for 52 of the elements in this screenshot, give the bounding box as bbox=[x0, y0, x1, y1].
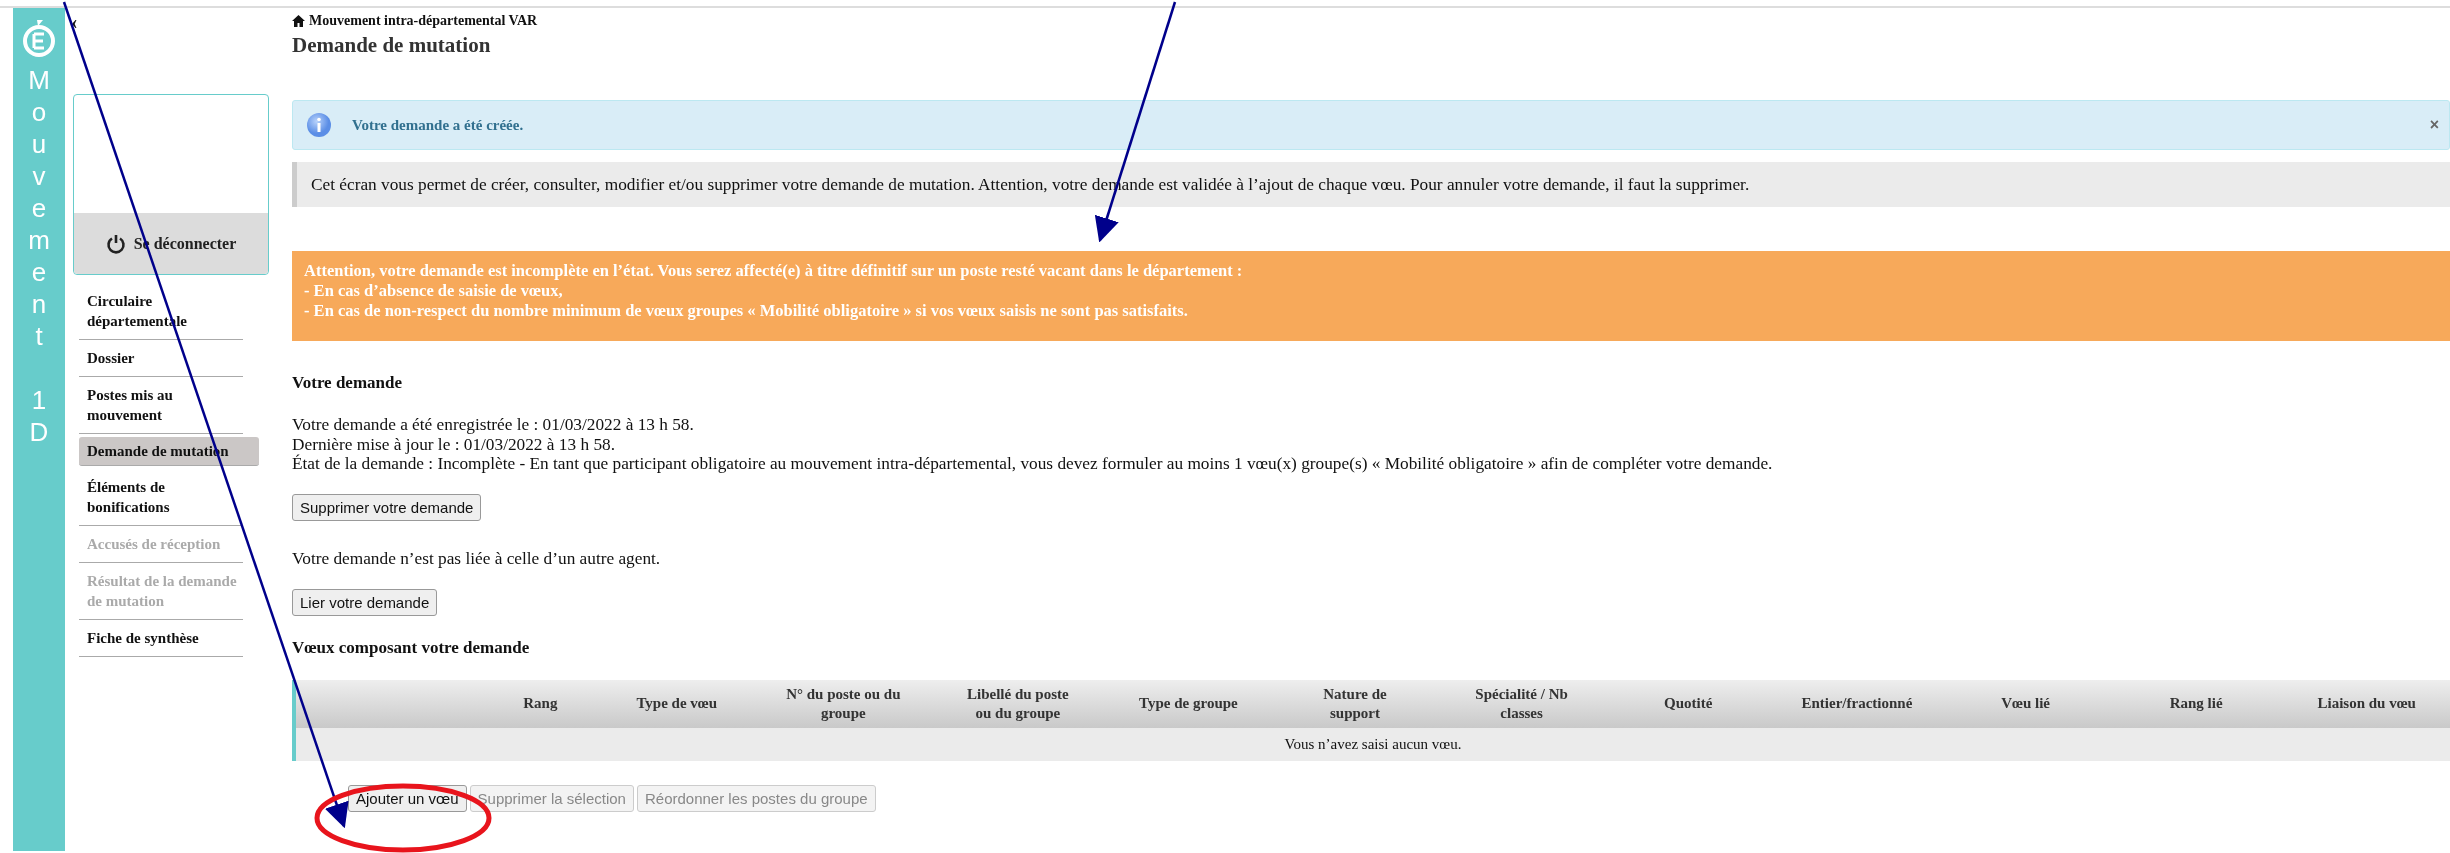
section-heading: Votre demande bbox=[292, 373, 403, 393]
app-name-letter: e bbox=[31, 192, 47, 224]
column-header: N° du poste ou du groupe bbox=[785, 684, 902, 723]
power-icon bbox=[105, 233, 126, 254]
column-header: Libellé du poste ou du groupe bbox=[966, 684, 1070, 723]
app-name-letter: m bbox=[28, 224, 50, 256]
column-header: Rang lié bbox=[2168, 694, 2224, 713]
warning-text: - En cas d’absence de saisie de vœux, bbox=[304, 281, 564, 301]
app-name-letter: t bbox=[35, 320, 43, 352]
status-text: Votre demande a été enregistrée le : 01/03/2022 à 13 h 58. bbox=[292, 415, 695, 435]
link-status-text: Votre demande n’est pas liée à celle d’un autre agent. bbox=[292, 548, 662, 569]
status-text: Dernière mise à jour le : 01/03/2022 à 13 h 58. bbox=[292, 434, 616, 454]
collapse-toggle[interactable]: ‹ bbox=[71, 14, 81, 30]
logo-icon bbox=[22, 18, 56, 58]
alert-message: Votre demande a été créée. bbox=[352, 116, 525, 134]
empty-row: Vous n’avez saisi aucun vœu. bbox=[296, 727, 2450, 761]
app-name-letter: v bbox=[32, 160, 46, 192]
breadcrumb[interactable]: Mouvement intra-départemental VAR bbox=[309, 13, 538, 29]
app-name-letter: n bbox=[31, 288, 47, 320]
warning-text: Attention, votre demande est incomplète en l’état. Vous serez affecté(e) à titre définitif sur un poste resté vacant dans le département : bbox=[304, 261, 1244, 281]
link-request-button[interactable]: Lier votre demande bbox=[292, 588, 438, 616]
sidebar-item: Accusés de réception bbox=[79, 526, 243, 563]
sidebar-item: Résultat de la demande de mutation bbox=[79, 563, 243, 620]
column-header: Vœu lié bbox=[2000, 694, 2051, 713]
status-text: État de la demande : Incomplète - En tant que participant obligatoire au mouvement intra-départemental, vous devez formuler au moins 1 vœu(x) groupe(s) « Mobilité obligatoire » afin de compléter votre demande. bbox=[292, 454, 1774, 474]
sidebar-item[interactable]: Éléments de bonifications bbox=[79, 469, 243, 526]
app-name-letter: M bbox=[28, 64, 50, 96]
app-name-letter: o bbox=[31, 96, 47, 128]
column-header: Rang bbox=[522, 694, 559, 713]
app-name-letter: 1 bbox=[31, 384, 47, 416]
column-header: Spécialité / Nb classes bbox=[1474, 684, 1569, 723]
column-header: Quotité bbox=[1663, 694, 1714, 713]
home-icon bbox=[292, 15, 305, 27]
page-title: Demande de mutation bbox=[292, 33, 491, 58]
column-header: Entier/fractionné bbox=[1800, 694, 1914, 713]
column-header: Liaison du vœu bbox=[2316, 694, 2417, 713]
column-header: Type de groupe bbox=[1138, 694, 1239, 713]
column-header: Nature de support bbox=[1322, 684, 1388, 723]
app-name-letter: u bbox=[31, 128, 47, 160]
close-button[interactable]: × bbox=[2419, 116, 2449, 134]
sidebar-item[interactable]: Fiche de synthèse bbox=[79, 620, 243, 657]
delete-request-button[interactable]: Supprimer votre demande bbox=[292, 493, 482, 521]
section-heading: Vœux composant votre demande bbox=[292, 637, 530, 658]
app-name-letter: e bbox=[31, 256, 47, 288]
info-icon bbox=[306, 112, 332, 138]
app-name-letter: D bbox=[29, 416, 49, 448]
warning-text: - En cas de non-respect du nombre minimum de vœux groupes « Mobilité obligatoire » si vos vœux saisis ne sont pas satisfaits. bbox=[304, 301, 1189, 321]
action-button: Réordonner les postes du groupe bbox=[636, 784, 876, 812]
column-header: Type de vœu bbox=[635, 694, 719, 713]
sidebar-item[interactable]: Postes mis au mouvement bbox=[79, 377, 243, 434]
action-button: Supprimer la sélection bbox=[469, 784, 634, 812]
sidebar-item[interactable]: Dossier bbox=[79, 340, 243, 377]
